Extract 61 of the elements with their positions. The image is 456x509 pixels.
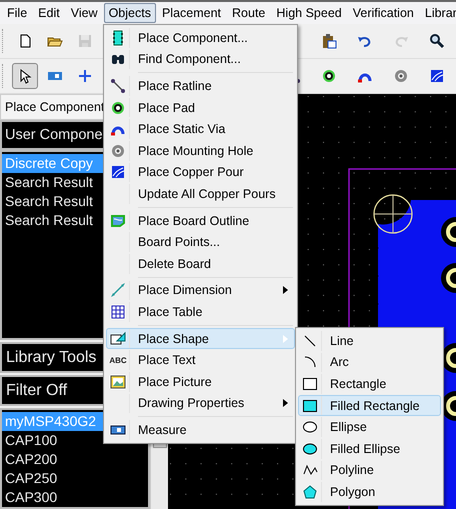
ellipse-icon (302, 419, 318, 436)
menu-bar-item[interactable]: Edit (33, 3, 65, 23)
menu-item[interactable]: Update All Copper Pours (106, 183, 295, 205)
menu-item[interactable]: Place Shape (106, 328, 295, 350)
filled-rectangle-icon (302, 398, 318, 414)
menu-item-icon (110, 30, 126, 46)
submenu-arrow-icon (283, 399, 288, 408)
menu-item[interactable]: Polyline (298, 460, 441, 482)
menu-bar-item[interactable]: Verification (348, 3, 419, 23)
menu-item[interactable]: Place Dimension (106, 280, 295, 302)
submenu-arrow-icon (283, 286, 288, 294)
menu-item[interactable]: Place Board Outline (106, 210, 295, 232)
menu-item-icon (110, 330, 126, 347)
menu-item-icon (110, 78, 126, 94)
menu-item-icon (110, 282, 126, 298)
menu-bar-item[interactable]: View (66, 3, 103, 23)
menu-item-icon (110, 100, 126, 116)
menu-item[interactable]: Filled Ellipse (298, 438, 441, 460)
menu-item[interactable]: Find Component... (106, 48, 295, 70)
menu-item-icon (110, 142, 126, 159)
menu-item[interactable]: Ellipse (298, 416, 441, 438)
copper-pour-icon (429, 68, 445, 84)
pad-icon (321, 68, 337, 84)
clipboard-icon (321, 33, 337, 49)
menu-item[interactable]: Arc (298, 352, 441, 374)
list-item[interactable]: CAP200 (2, 450, 148, 469)
menu-item[interactable]: Board Points... (106, 231, 295, 253)
menu-item-icon (110, 212, 126, 229)
menu-item[interactable]: Line (298, 330, 441, 352)
mounting-hole-marker (373, 194, 413, 234)
list-item[interactable]: CAP300 (2, 488, 148, 507)
polygon-icon (302, 484, 318, 500)
pad (441, 217, 456, 247)
list-item[interactable]: CAP250 (2, 469, 148, 488)
pad (441, 263, 456, 293)
text-icon: ABC (109, 356, 127, 365)
mounting-hole-icon (393, 68, 409, 84)
menu-item[interactable]: Place Table (106, 301, 295, 323)
menu-item[interactable]: Polygon (298, 481, 441, 503)
rectangle-icon (302, 376, 318, 392)
menu-bar-item[interactable]: Placement (156, 3, 226, 23)
line-icon (302, 332, 318, 349)
submenu-arrow-icon (283, 334, 288, 343)
menu-item-icon (110, 374, 126, 390)
search-icon (429, 33, 445, 49)
menu-item-icon (110, 164, 126, 180)
menu-item[interactable]: Drawing Properties (106, 392, 295, 414)
menu-bar-item[interactable]: Route (227, 3, 270, 23)
menu-bar-item[interactable]: High Speed (271, 3, 347, 23)
plus-icon (77, 68, 93, 84)
pointer-arrow-button[interactable] (12, 63, 38, 89)
menu-item[interactable]: Filled Rectangle (298, 394, 441, 416)
menu-item[interactable]: Measure (106, 419, 295, 441)
menu-bar-item[interactable]: File (2, 3, 32, 23)
menu-item[interactable]: Rectangle (298, 373, 441, 395)
menu-item-icon (110, 304, 126, 320)
menu-item[interactable]: Place Component... (106, 27, 295, 49)
menu-item[interactable]: Place Ratline (106, 75, 295, 97)
filled-ellipse-icon (302, 440, 318, 457)
menu-bar-item[interactable]: Objects (104, 3, 156, 23)
menu-item[interactable]: Delete Board (106, 252, 295, 275)
